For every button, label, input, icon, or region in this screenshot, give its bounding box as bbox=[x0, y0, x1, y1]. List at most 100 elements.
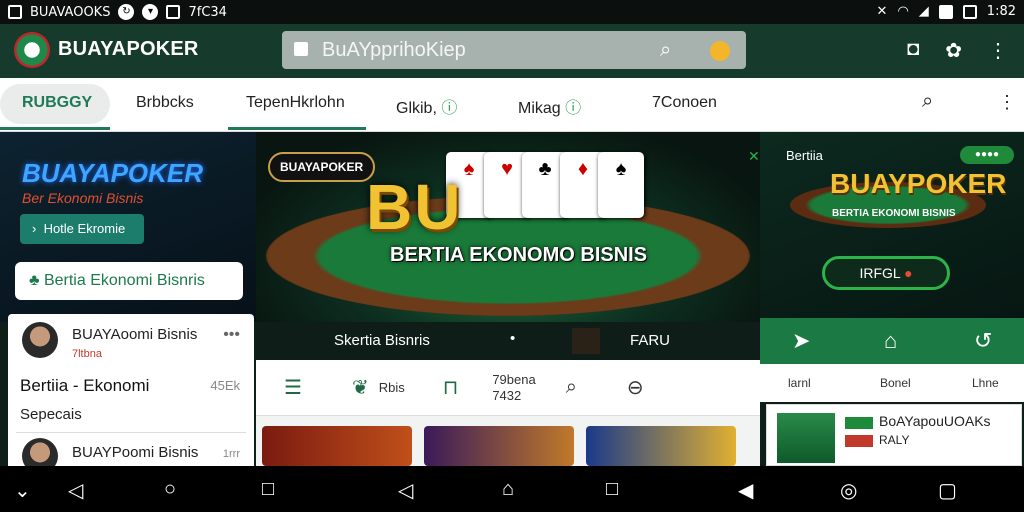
share-icon[interactable]: ➤ bbox=[792, 328, 810, 354]
home-circle-icon[interactable]: ◎ bbox=[840, 478, 857, 503]
close-icon[interactable]: ✕ bbox=[748, 148, 760, 165]
hero-caption-strip: Skertia Bisnris • FARU bbox=[256, 322, 760, 360]
wifi-icon: ◠ bbox=[897, 4, 909, 19]
game-thumb[interactable] bbox=[586, 426, 736, 466]
brand-logo-icon[interactable] bbox=[14, 32, 50, 68]
system-nav-bar: ⌄ ◁ ○ □ ◁ ⌂ □ ◀ ◎ ▢ bbox=[0, 466, 1024, 512]
left-banner-pill-label: Bertia Ekonomi Bisnris bbox=[43, 272, 205, 289]
tab-4-label: Mikag bbox=[518, 100, 561, 117]
promo-image bbox=[777, 413, 835, 463]
right-banner-sub: BERTIA EKONOMI BISNIS bbox=[832, 208, 956, 219]
tabs-search-icon[interactable]: ⌕ bbox=[922, 90, 933, 113]
search-icon[interactable]: ⌕ bbox=[660, 39, 671, 62]
reply-icon[interactable]: ↺ bbox=[974, 328, 992, 354]
back-icon[interactable]: ◁ bbox=[68, 478, 83, 503]
right-nav: ➤ ⌂ ↺ bbox=[760, 318, 1024, 364]
right-banner-headline: BUAYPOKER bbox=[830, 168, 1007, 199]
quick-action-label-2b: 7432 bbox=[492, 387, 522, 403]
nav-label-0[interactable]: larnl bbox=[788, 376, 811, 390]
zoom-icon[interactable]: ⌕ bbox=[566, 376, 577, 399]
post-author[interactable]: BUAYPoomi Bisnis bbox=[72, 444, 198, 461]
profile-dot-icon[interactable] bbox=[710, 41, 730, 61]
post-author[interactable]: BUAYAoomi Bisnis bbox=[72, 326, 197, 343]
bag-icon[interactable]: ⊓ bbox=[443, 375, 459, 400]
status-time: 1:82 bbox=[986, 4, 1016, 19]
info-icon: ⓘ bbox=[441, 100, 458, 117]
nav-label-2[interactable]: Lhne bbox=[972, 376, 999, 390]
promo-card[interactable]: BoAYapouUOAKs RALY bbox=[766, 404, 1022, 466]
hero-headline: BU bbox=[366, 171, 463, 243]
battery-saver-icon bbox=[962, 4, 977, 19]
zoom-out-icon[interactable]: ⊖ bbox=[627, 375, 644, 400]
post-time: 45Ek bbox=[210, 378, 240, 393]
left-banner-button[interactable]: › Hotle Ekromie bbox=[20, 214, 144, 244]
lock-icon bbox=[294, 42, 308, 56]
back-icon[interactable]: ◀ bbox=[738, 478, 753, 503]
avatar[interactable] bbox=[22, 322, 58, 358]
home-icon[interactable]: ⌂ bbox=[884, 328, 897, 354]
camera-icon[interactable]: ◘ bbox=[907, 38, 919, 63]
quick-action-label-1: Rbis bbox=[378, 380, 405, 395]
home-icon[interactable]: ⌂ bbox=[502, 478, 514, 501]
status-bar: BUAVAOOKS ↻ ▾ 7fC34 ✕ ◠ ◢ 1:82 bbox=[0, 0, 1024, 24]
right-banner-badge: ●●●● bbox=[960, 146, 1014, 164]
right-banner[interactable]: Bertiia ✕ ●●●● BUAYPOKER BERTIA EKONOMI … bbox=[748, 132, 1024, 318]
game-thumb[interactable] bbox=[424, 426, 574, 466]
game-section: ☰ ❦ Rbis ⊓ 79bena 7432 ⌕ ⊖ bbox=[256, 360, 760, 466]
sync-icon: ↻ bbox=[118, 4, 135, 20]
tab-4[interactable]: Mikag ⓘ bbox=[518, 94, 581, 118]
tab-active-indicator bbox=[0, 127, 110, 130]
quick-actions-row: ☰ ❦ Rbis ⊓ 79bena 7432 ⌕ ⊖ bbox=[256, 360, 760, 416]
tab-underline bbox=[228, 127, 366, 130]
nav-label-1[interactable]: Bonel bbox=[880, 376, 911, 390]
signal-icon: ◢ bbox=[918, 4, 929, 19]
tab-1[interactable]: Brbbcks bbox=[136, 94, 194, 112]
tabs-more-icon[interactable]: ⋮ bbox=[998, 92, 1016, 113]
post-text: Bertiia - Ekonomi bbox=[20, 376, 150, 395]
back-icon[interactable]: ◁ bbox=[398, 478, 413, 503]
mute-icon: ✕ bbox=[876, 4, 888, 19]
image-icon bbox=[166, 5, 181, 19]
recents-icon[interactable]: ▢ bbox=[938, 478, 957, 503]
app-notification-icon bbox=[8, 5, 22, 19]
post-text-2: Sepecais bbox=[20, 406, 82, 423]
game-thumbnails bbox=[262, 426, 736, 466]
url-text[interactable]: BuAYpprihoKiep bbox=[322, 39, 466, 62]
tab-3[interactable]: Glkib, ⓘ bbox=[396, 94, 457, 118]
hero-banner[interactable]: BUAYAPOKER ♠ ♥ ♣ ♦ ♠ BU BERTIA EKONOMO BISNI… bbox=[256, 132, 760, 322]
divider bbox=[16, 432, 246, 433]
tab-5[interactable]: 7Conoen bbox=[652, 94, 717, 112]
status-app-name: BUAVAOOKS bbox=[30, 4, 111, 20]
right-nav-labels: larnl Bonel Lhne bbox=[760, 364, 1024, 402]
tab-0[interactable]: RUBGGY bbox=[0, 84, 110, 124]
promo-tag-icon bbox=[845, 435, 873, 447]
strip-left-text: Skertia Bisnris bbox=[334, 332, 430, 349]
url-bar[interactable]: BuAYpprihoKiep ⌕ bbox=[282, 31, 746, 69]
left-banner[interactable]: BUAYAPOKER Ber Ekonomi Bisnis › Hotle Ek… bbox=[0, 132, 256, 322]
left-banner-button-label: Hotle Ekromie bbox=[43, 221, 126, 236]
carousel-dot-icon[interactable]: • bbox=[510, 330, 515, 347]
recents-icon[interactable]: □ bbox=[606, 478, 618, 501]
right-banner-label: Bertiia bbox=[786, 148, 823, 163]
brand-name[interactable]: BUAYAPOKER bbox=[58, 38, 199, 61]
battery-icon bbox=[938, 4, 953, 19]
right-banner-button[interactable]: IRFGL ● bbox=[822, 256, 950, 290]
leaf-icon[interactable]: ❦ bbox=[352, 375, 369, 400]
tab-2[interactable]: TepenHkrlohn bbox=[246, 94, 345, 112]
quick-action-label-2: 79bena 7432 bbox=[492, 372, 535, 404]
home-circle-icon[interactable]: ○ bbox=[164, 478, 176, 501]
app-bar: BUAYAPOKER BuAYpprihoKiep ⌕ ◘ ✿ ⋮ bbox=[0, 24, 1024, 78]
list-icon[interactable]: ☰ bbox=[284, 375, 302, 400]
post-more-icon[interactable]: ••• bbox=[223, 326, 240, 344]
more-vert-icon[interactable]: ⋮ bbox=[988, 38, 1008, 63]
game-thumb[interactable] bbox=[262, 426, 412, 466]
hero-subheadline: BERTIA EKONOMO BISNIS bbox=[390, 244, 648, 266]
info-icon: ⓘ bbox=[565, 100, 582, 117]
chevron-down-icon[interactable]: ⌄ bbox=[14, 478, 31, 503]
status-time-left: 7fC34 bbox=[188, 4, 227, 20]
hero-badge: BUAYAPOKER bbox=[268, 152, 376, 182]
quick-action-label-2a: 79bena bbox=[492, 371, 536, 387]
settings-gear-icon[interactable]: ✿ bbox=[945, 38, 962, 63]
recents-icon[interactable]: □ bbox=[262, 478, 274, 501]
left-banner-pill[interactable]: ♣ Bertia Ekonomi Bisnris bbox=[15, 262, 243, 300]
